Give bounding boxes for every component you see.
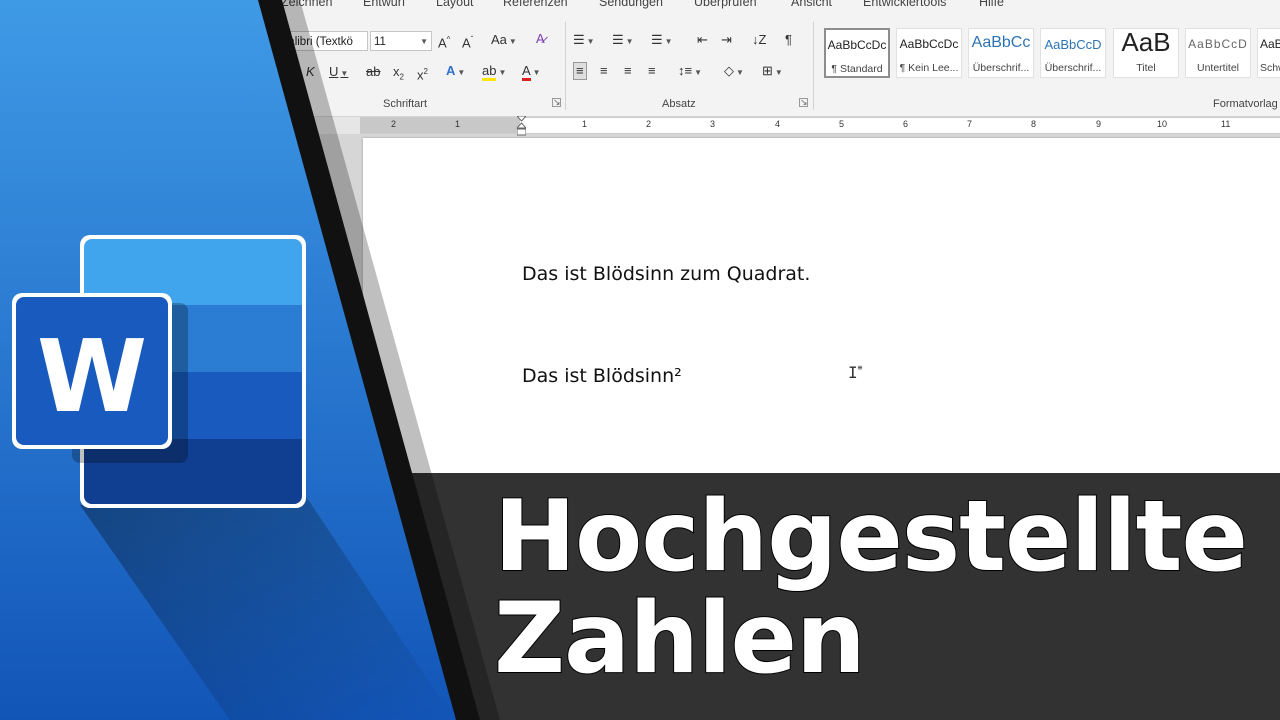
word-logo-icon: W <box>12 235 306 508</box>
thumbnail-scene: Zeichnen Entwurf Layout Referenzen Sendu… <box>0 0 1280 720</box>
logo-letter: W <box>37 318 147 435</box>
